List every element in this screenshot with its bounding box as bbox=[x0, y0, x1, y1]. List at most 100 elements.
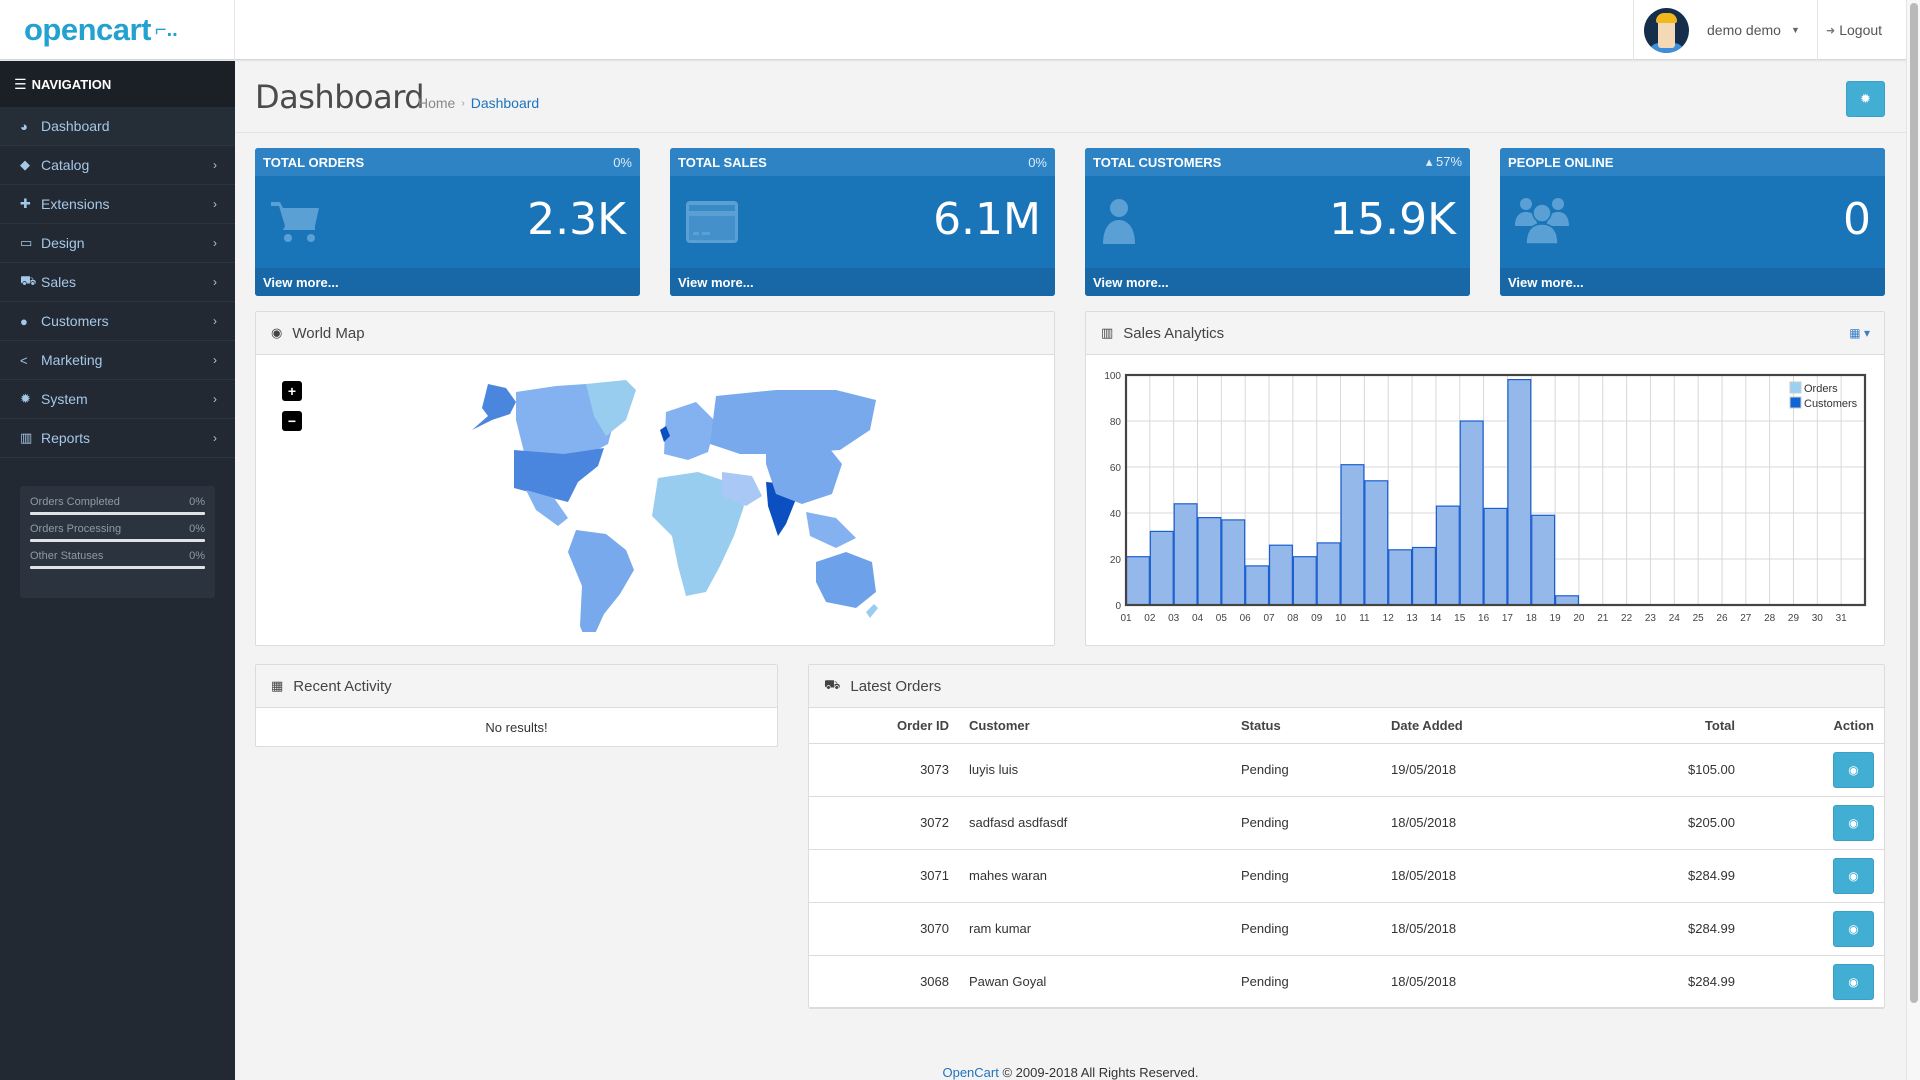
view-order-button[interactable]: ◉ bbox=[1833, 910, 1874, 947]
view-more-link[interactable]: View more... bbox=[1085, 268, 1470, 296]
column-header-total[interactable]: Total bbox=[1581, 708, 1745, 744]
stat-progress-bar bbox=[30, 512, 205, 515]
x-tick-label: 08 bbox=[1287, 613, 1299, 624]
tile-percent: 0% bbox=[1028, 154, 1047, 170]
tile-value: 2.3K bbox=[527, 194, 626, 245]
action-cell: ◉ bbox=[1745, 796, 1884, 850]
tile-total-customers: TOTAL CUSTOMERS ▴ 57% 15.9K View more... bbox=[1085, 148, 1470, 296]
x-tick-label: 18 bbox=[1526, 613, 1538, 624]
sign-out-icon: ➜ bbox=[1826, 24, 1836, 37]
scrollbar-thumb[interactable] bbox=[1910, 3, 1918, 1003]
legend-label-orders: Orders bbox=[1804, 383, 1838, 395]
navigation-toggle[interactable]: ☰ NAVIGATION bbox=[0, 61, 235, 107]
map-region-new-zealand bbox=[866, 604, 878, 618]
world-map-panel: ◉ World Map + − bbox=[255, 311, 1055, 646]
sidebar-item-sales[interactable]: ⛟ Sales › bbox=[0, 263, 235, 302]
x-tick-label: 24 bbox=[1669, 613, 1681, 624]
stat-value: 0% bbox=[189, 550, 205, 562]
column-header-date-added[interactable]: Date Added bbox=[1381, 708, 1581, 744]
tile-value: 0 bbox=[1843, 194, 1871, 245]
breadcrumb-home[interactable]: Home bbox=[418, 95, 455, 111]
view-more-link[interactable]: View more... bbox=[670, 268, 1055, 296]
column-header-order-id[interactable]: Order ID bbox=[809, 708, 959, 744]
map-zoom-out-button[interactable]: − bbox=[282, 411, 302, 431]
view-order-button[interactable]: ◉ bbox=[1833, 963, 1874, 1000]
x-tick-label: 10 bbox=[1335, 613, 1347, 624]
chevron-right-icon: › bbox=[213, 236, 217, 250]
x-tick-label: 03 bbox=[1168, 613, 1180, 624]
logout-button[interactable]: ➜ Logout bbox=[1826, 0, 1882, 60]
x-tick-label: 27 bbox=[1740, 613, 1752, 624]
bar-customers-18 bbox=[1531, 514, 1556, 606]
eye-icon: ◉ bbox=[1848, 974, 1859, 989]
sidebar-item-dashboard[interactable]: ◕ Dashboard bbox=[0, 107, 235, 146]
footer-opencart-link[interactable]: OpenCart bbox=[942, 1065, 998, 1080]
view-order-button[interactable]: ◉ bbox=[1833, 804, 1874, 841]
logo[interactable]: opencart ⌐.. bbox=[0, 0, 235, 60]
caret-down-icon: ▾ bbox=[1863, 326, 1870, 340]
calendar-icon: ▦ bbox=[1849, 326, 1861, 340]
table-row: 3072 sadfasd asdfasdf Pending 18/05/2018 $20… bbox=[809, 796, 1884, 850]
bar-chart-icon: ▥ bbox=[20, 430, 33, 445]
tile-total-orders: TOTAL ORDERS 0% 2.3K View more... bbox=[255, 148, 640, 296]
view-more-link[interactable]: View more... bbox=[255, 268, 640, 296]
order-id-cell: 3070 bbox=[809, 902, 959, 956]
page-title: Dashboard bbox=[255, 78, 425, 116]
sidebar-item-label: Sales bbox=[41, 274, 77, 290]
x-tick-label: 26 bbox=[1716, 613, 1728, 624]
cart-icon: ⛟ bbox=[824, 677, 841, 692]
column-header-customer[interactable]: Customer bbox=[959, 708, 1231, 744]
world-map[interactable] bbox=[426, 372, 886, 632]
latest-orders-table: Order ID Customer Status Date Added Tota… bbox=[809, 708, 1884, 1009]
dashboard-settings-button[interactable]: ✹ bbox=[1846, 81, 1885, 117]
x-tick-label: 06 bbox=[1240, 613, 1252, 624]
x-tick-label: 25 bbox=[1693, 613, 1705, 624]
y-tick-label: 80 bbox=[1110, 417, 1122, 428]
share-icon: < bbox=[20, 352, 28, 368]
y-tick-label: 60 bbox=[1110, 463, 1122, 474]
empty-state-text: No results! bbox=[485, 720, 548, 735]
y-tick-label: 20 bbox=[1110, 555, 1122, 566]
breadcrumb-dashboard[interactable]: Dashboard bbox=[471, 95, 540, 111]
logo-cart-icon: ⌐.. bbox=[154, 18, 178, 41]
map-zoom-in-button[interactable]: + bbox=[282, 381, 302, 401]
action-cell: ◉ bbox=[1745, 902, 1884, 956]
order-status-stats: Orders Completed 0% Orders Processing 0% O… bbox=[20, 486, 215, 598]
breadcrumb-separator-icon: › bbox=[461, 97, 465, 109]
sidebar-item-customers[interactable]: ● Customers › bbox=[0, 302, 235, 341]
tile-percent: ▴ 57% bbox=[1425, 154, 1462, 169]
cart-icon bbox=[271, 202, 319, 242]
user-menu[interactable]: demo demo ▼ bbox=[1633, 0, 1818, 60]
chevron-right-icon: › bbox=[213, 431, 217, 445]
bar-customers-10 bbox=[1340, 464, 1365, 606]
legend-label-customers: Customers bbox=[1804, 398, 1858, 410]
navigation-title: NAVIGATION bbox=[31, 76, 112, 92]
sidebar-item-extensions[interactable]: ✚ Extensions › bbox=[0, 185, 235, 224]
panel-title: Recent Activity bbox=[293, 677, 392, 695]
x-tick-label: 19 bbox=[1550, 613, 1562, 624]
page-scrollbar[interactable] bbox=[1906, 0, 1920, 1080]
sidebar-item-system[interactable]: ✹ System › bbox=[0, 380, 235, 419]
column-header-action: Action bbox=[1745, 708, 1884, 744]
sidebar-item-marketing[interactable]: < Marketing › bbox=[0, 341, 235, 380]
calendar-icon: ▦ bbox=[271, 678, 284, 693]
action-cell: ◉ bbox=[1745, 849, 1884, 903]
sidebar: ☰ NAVIGATION ◕ Dashboard ◆ Catalog › ✚ E… bbox=[0, 61, 235, 1080]
total-cell: $284.99 bbox=[1581, 955, 1745, 1009]
date-added-cell: 19/05/2018 bbox=[1381, 743, 1581, 797]
column-header-status[interactable]: Status bbox=[1231, 708, 1381, 744]
date-range-dropdown[interactable]: ▦ ▾ bbox=[1849, 326, 1870, 340]
sidebar-item-design[interactable]: ▭ Design › bbox=[0, 224, 235, 263]
map-region-australia bbox=[816, 552, 876, 608]
tile-people-online: PEOPLE ONLINE 0 View more... bbox=[1500, 148, 1885, 296]
map-region-alaska bbox=[472, 384, 516, 430]
user-icon bbox=[1103, 199, 1135, 244]
bar-customers-12 bbox=[1388, 549, 1413, 606]
sidebar-item-label: Catalog bbox=[41, 157, 90, 173]
view-order-button[interactable]: ◉ bbox=[1833, 857, 1874, 894]
sidebar-item-reports[interactable]: ▥ Reports › bbox=[0, 419, 235, 458]
x-tick-label: 14 bbox=[1430, 613, 1442, 624]
view-order-button[interactable]: ◉ bbox=[1833, 751, 1874, 788]
view-more-link[interactable]: View more... bbox=[1500, 268, 1885, 296]
sidebar-item-catalog[interactable]: ◆ Catalog › bbox=[0, 146, 235, 185]
